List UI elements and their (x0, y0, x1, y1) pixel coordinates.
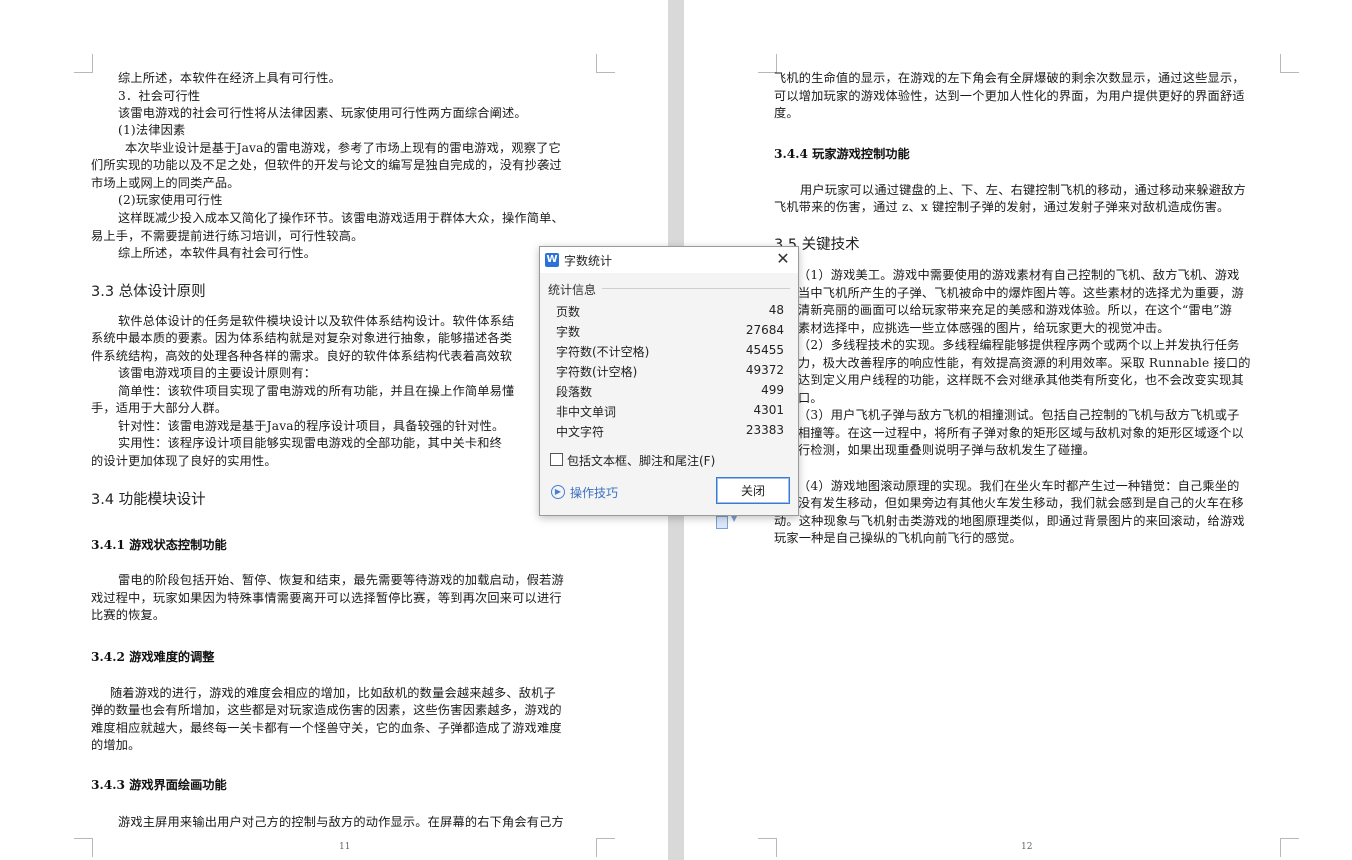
paragraph-line: 戏过程中，玩家如果因为特殊事情需要离开可以选择暂停比赛，等到再次回来可以进行 (91, 591, 562, 605)
paragraph-line: 达到定义用户线程的功能，这样既不会对继承其他类有所变化，也不会改变实现其 (798, 373, 1244, 387)
stat-row-words: 字数 27684 (556, 321, 784, 341)
paragraph-line: 比赛的恢复。 (91, 608, 166, 622)
margin-mark-top-left (74, 54, 93, 73)
stat-value: 45455 (745, 343, 784, 357)
dialog-titlebar[interactable]: W 字数统计 ✕ (540, 247, 798, 273)
play-circle-icon[interactable]: ▶ (551, 485, 565, 499)
stat-row-pages: 页数 48 (556, 301, 784, 321)
tips-link[interactable]: 操作技巧 (570, 484, 618, 501)
stat-row-non-chinese-words: 非中文单词 4301 (556, 401, 784, 421)
stat-value: 48 (768, 303, 784, 317)
paragraph-line: 3．社会可行性 (118, 89, 201, 103)
paragraph-line: 口。 (798, 391, 823, 405)
paragraph-line: 雷电的阶段包括开始、暂停、恢复和结束，最先需要等待游戏的加载启动，假若游 (118, 573, 564, 587)
margin-mark-bottom-left (74, 838, 93, 857)
stat-value: 23383 (745, 423, 784, 437)
paragraph-line: （3）用户飞机子弹与敌方飞机的相撞测试。包括自己控制的飞机与敌方飞机或子 (798, 408, 1240, 422)
paragraph-line: 该雷电游戏项目的主要设计原则有： (118, 366, 317, 380)
paragraph-line: 综上所述，本软件在经济上具有可行性。 (118, 71, 341, 85)
paragraph-line: 度。 (774, 106, 799, 120)
paragraph-line: 清新亮丽的画面可以给玩家带来充足的美感和游戏体验。所以，在这个“雷电”游 (798, 303, 1233, 317)
paragraph-line: 本次毕业设计是基于Java的雷电游戏，参考了市场上现有的雷电游戏，观察了它 (125, 141, 561, 155)
paragraph-line: （4）游戏地图滚动原理的实现。我们在坐火车时都产生过一种错觉：自己乘坐的 (798, 479, 1240, 493)
paragraph-line: 简单性：该软件项目实现了雷电游戏的所有功能，并且在操上作简单易懂 (118, 384, 515, 398)
page-number: 12 (1021, 842, 1033, 852)
paragraph-line: 用户玩家可以通过键盘的上、下、左、右键控制飞机的移动，通过移动来躲避敌方 (800, 183, 1246, 197)
page-number: 11 (339, 842, 351, 852)
stats-section-label: 统计信息 (548, 283, 597, 297)
paragraph-line: 系统中最本质的要素。因为体系结构就是对复杂对象进行抽象，能够描述各类 (91, 331, 513, 345)
paragraph-line: 随着游戏的进行，游戏的难度会相应的增加，比如敌机的数量会越来越多、敌机子 (110, 686, 556, 700)
paragraph-line: 实用性：该程序设计项目能够实现雷电游戏的全部功能，其中关卡和终 (118, 436, 503, 450)
section-heading: 3.4 功能模块设计 (91, 492, 206, 508)
paragraph-line: (1)法律因素 (118, 123, 186, 137)
paragraph-line: 可以增加玩家的游戏体验性，达到一个更加人性化的界面，为用户提供更好的界面舒适 (774, 89, 1245, 103)
paragraph-line: 没有发生移动，但如果旁边有其他火车发生移动，我们就会感到是自己的火车在移 (798, 496, 1244, 510)
document-map-icon[interactable] (716, 516, 728, 529)
stat-label: 页数 (556, 305, 581, 319)
paragraph-line: 素材选择中，应挑选一些立体感强的图片，给玩家更大的视觉冲击。 (798, 321, 1170, 335)
subsection-heading: 3.4.3 游戏界面绘画功能 (91, 778, 227, 792)
paragraph-line: 飞机的生命值的显示，在游戏的左下角会有全屏爆破的剩余次数显示，通过这些显示， (774, 71, 1245, 85)
close-button[interactable]: 关闭 (716, 477, 790, 504)
stat-label: 中文字符 (556, 425, 605, 439)
paragraph-line: (2)玩家使用可行性 (118, 193, 223, 207)
paragraph-line: 件系统结构，高效的处理各种各样的需求。良好的软件体系结构代表着高效软 (91, 349, 513, 363)
section-divider (602, 288, 790, 289)
stat-row-chinese-chars: 中文字符 23383 (556, 421, 784, 441)
margin-mark-bottom-right (1280, 838, 1299, 857)
margin-mark-top-right (1280, 54, 1299, 73)
paragraph-line: 行检测，如果出现重叠则说明子弹与敌机发生了碰撞。 (798, 443, 1096, 457)
stat-label: 字符数(不计空格) (556, 345, 650, 359)
paragraph-line: 当中飞机所产生的子弹、飞机被命中的爆炸图片等。这些素材的选择尤为重要，游 (798, 286, 1244, 300)
subsection-heading: 3.4.2 游戏难度的调整 (91, 650, 215, 664)
stat-value: 27684 (745, 323, 784, 337)
paragraph-line: 玩家一种是自己操纵的飞机向前飞行的感觉。 (774, 531, 1022, 545)
paragraph-line: 飞机带来的伤害，通过 z、x 键控制子弹的发射，通过发射子弹来对敌机造成伤害。 (774, 200, 1230, 214)
paragraph-line: 动。这种现象与飞机射击类游戏的地图原理类似，即通过背景图片的来回滚动，给游戏 (774, 514, 1245, 528)
stat-value: 49372 (745, 363, 784, 377)
paragraph-line: 弹的数量也会有所增加，这些都是对玩家造成伤害的因素，这些伤害因素越多，游戏的 (91, 703, 562, 717)
paragraph-line: 易上手，不需要提前进行练习培训，可行性较高。 (91, 229, 364, 243)
paragraph-line: 相撞等。在这一过程中，将所有子弹对象的矩形区域与敌机对象的矩形区域逐个以 (798, 426, 1244, 440)
margin-mark-bottom-left (758, 838, 777, 857)
dialog-title: 字数统计 (564, 254, 613, 268)
paragraph-line: 该雷电游戏的社会可行性将从法律因素、玩家使用可行性两方面综合阐述。 (118, 106, 527, 120)
stat-value: 4301 (753, 403, 784, 417)
paragraph-line: 难度相应就越大，最终每一关卡都有一个怪兽守关，它的血条、子弹都造成了游戏难度 (91, 721, 562, 735)
include-textboxes-checkbox[interactable] (550, 453, 563, 466)
paragraph-line: 力，极大改善程序的响应性能，有效提高资源的利用效率。采取 Runnable 接口… (798, 356, 1251, 370)
paragraph-line: 这样既减少投入成本又简化了操作环节。该雷电游戏适用于群体大众，操作简单、 (118, 211, 564, 225)
paragraph-line: 针对性：该雷电游戏是基于Java的程序设计项目，具备较强的针对性。 (118, 419, 505, 433)
paragraph-line: （2）多线程技术的实现。多线程编程能够提供程序两个或两个以上并发执行任务 (798, 338, 1240, 352)
stat-row-chars-with-spaces: 字符数(计空格) 49372 (556, 361, 784, 381)
stat-label: 非中文单词 (556, 405, 617, 419)
subsection-heading: 3.4.4 玩家游戏控制功能 (774, 147, 910, 161)
subsection-heading: 3.4.1 游戏状态控制功能 (91, 538, 227, 552)
word-count-dialog: W 字数统计 ✕ 统计信息 页数 48 字数 27684 字符数(不计空格) 4… (539, 246, 799, 516)
paragraph-line: 软件总体设计的任务是软件模块设计以及软件体系结构设计。软件体系结 (118, 314, 515, 328)
stat-label: 字数 (556, 325, 581, 339)
stat-row-chars-no-spaces: 字符数(不计空格) 45455 (556, 341, 784, 361)
stat-value: 499 (761, 383, 784, 397)
paragraph-line: 游戏主屏用来输出用户对己方的控制与敌方的动作显示。在屏幕的右下角会有己方 (118, 815, 564, 829)
stat-row-paragraphs: 段落数 499 (556, 381, 784, 401)
paragraph-line: （1）游戏美工。游戏中需要使用的游戏素材有自己控制的飞机、敌方飞机、游戏 (798, 268, 1240, 282)
paragraph-line: 手，适用于大部分人群。 (91, 401, 228, 415)
stat-label: 段落数 (556, 385, 593, 399)
margin-mark-bottom-right (596, 838, 615, 857)
paragraph-line: 市场上或网上的同类产品。 (91, 176, 240, 190)
paragraph-line: 们所实现的功能以及不足之处，但软件的开发与论文的编写是独自完成的，没有抄袭过 (91, 158, 562, 172)
paragraph-line: 的增加。 (91, 738, 141, 752)
stat-label: 字符数(计空格) (556, 365, 638, 379)
margin-mark-top-right (596, 54, 615, 73)
close-icon[interactable]: ✕ (774, 250, 792, 268)
section-heading: 3.3 总体设计原则 (91, 284, 206, 300)
app-logo-icon: W (545, 253, 559, 267)
paragraph-line: 的设计更加体现了良好的实用性。 (91, 454, 277, 468)
checkbox-label[interactable]: 包括文本框、脚注和尾注(F) (567, 452, 715, 469)
paragraph-line: 综上所述，本软件具有社会可行性。 (118, 246, 317, 260)
